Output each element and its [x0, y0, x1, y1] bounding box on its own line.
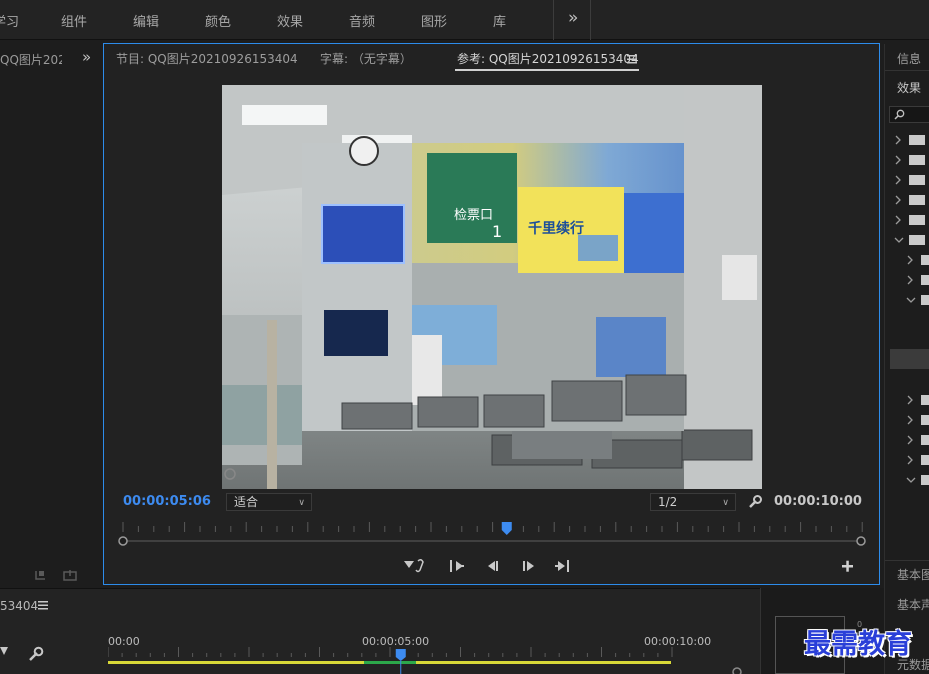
go-to-in-icon[interactable]	[448, 558, 470, 574]
folder-icon	[909, 155, 925, 165]
resolution-dropdown[interactable]: 1/2 ∨	[650, 493, 736, 511]
sequence-tab[interactable]: 53404	[0, 599, 38, 613]
folder-icon	[909, 135, 925, 145]
effects-panel: 信息 效果 基本图 基本声 元数据	[884, 44, 929, 674]
search-icon	[894, 109, 905, 120]
tree-chevron-icon[interactable]	[907, 395, 913, 405]
zoom-dropdown[interactable]: 适合 ∨	[226, 493, 312, 511]
workspace-tab-effects[interactable]: 效果	[277, 11, 303, 30]
panel-menu-icon[interactable]	[38, 601, 48, 610]
workspace-tab-audio[interactable]: 音频	[349, 11, 375, 30]
zoom-value: 适合	[234, 495, 259, 509]
tree-chevron-icon[interactable]	[907, 275, 913, 285]
snap-icon[interactable]	[0, 647, 10, 659]
essential-sound-tab[interactable]: 基本声	[897, 596, 929, 613]
tree-chevron-icon[interactable]	[895, 215, 901, 225]
divider	[553, 0, 554, 40]
effects-tree[interactable]	[885, 130, 929, 530]
tree-chevron-icon[interactable]	[906, 477, 916, 483]
effects-tab[interactable]: 效果	[897, 79, 921, 96]
folder-icon	[909, 215, 925, 225]
workspace-tab-graphics[interactable]: 图形	[421, 11, 447, 30]
info-tab[interactable]: 信息	[897, 50, 921, 67]
monitor-tabs: 节目: QQ图片20210926153404 字幕: （无字幕） 参考: QQ图…	[104, 44, 879, 72]
essential-graphics-tab[interactable]: 基本图	[897, 566, 929, 583]
svg-text:千里续行: 千里续行	[528, 220, 584, 237]
tree-chevron-icon[interactable]	[895, 135, 901, 145]
tree-chevron-icon[interactable]	[907, 435, 913, 445]
workspace-tab-editing[interactable]: 编辑	[133, 11, 159, 30]
resolution-value: 1/2	[658, 495, 678, 509]
folder-icon	[921, 295, 929, 305]
tree-chevron-icon[interactable]	[895, 195, 901, 205]
workspace-tab-color[interactable]: 颜色	[205, 11, 231, 30]
tree-selected-row[interactable]	[890, 349, 929, 369]
wrench-icon[interactable]	[28, 646, 44, 662]
workspace-tab-libraries[interactable]: 库	[493, 11, 506, 30]
duration-timecode: 00:00:10:00	[774, 494, 862, 509]
tree-chevron-icon[interactable]	[907, 415, 913, 425]
folder-icon	[921, 475, 929, 485]
source-panel: QQ图片202 »	[0, 44, 100, 586]
panel-menu-icon[interactable]	[627, 55, 637, 64]
tree-chevron-icon[interactable]	[894, 237, 904, 243]
divider	[590, 0, 591, 40]
step-back-icon[interactable]	[484, 558, 506, 574]
monitor-time-ruler[interactable]	[117, 518, 867, 546]
divider	[885, 560, 929, 561]
tab-program[interactable]: 节目: QQ图片20210926153404	[116, 50, 298, 67]
insert-marker-icon[interactable]	[403, 558, 425, 574]
tab-captions[interactable]: 字幕: （无字幕）	[320, 50, 412, 67]
workspace-bar: 学习 组件 编辑 颜色 效果 音频 图形 库 »	[0, 0, 929, 40]
workspace-tab-learn[interactable]: 学习	[0, 11, 19, 30]
wrench-icon[interactable]	[748, 495, 762, 509]
watermark-logo: 最需教育	[804, 629, 912, 660]
program-monitor: 节目: QQ图片20210926153404 字幕: （无字幕） 参考: QQ图…	[103, 43, 880, 585]
tree-chevron-icon[interactable]	[895, 175, 901, 185]
folder-icon	[909, 235, 925, 245]
divider	[885, 70, 929, 71]
folder-icon	[921, 455, 929, 465]
workspace-tab-assembly[interactable]: 组件	[61, 11, 87, 30]
effects-search-input[interactable]	[889, 106, 929, 123]
tree-chevron-icon[interactable]	[895, 155, 901, 165]
folder-icon	[921, 415, 929, 425]
svg-text:1: 1	[492, 222, 502, 241]
step-forward-icon[interactable]	[520, 558, 542, 574]
source-tab-label[interactable]: QQ图片202	[0, 51, 62, 68]
current-timecode[interactable]: 00:00:05:06	[123, 494, 211, 509]
playhead[interactable]	[501, 522, 512, 535]
folder-icon	[921, 435, 929, 445]
video-frame: 检票口 1 千里续行	[222, 85, 762, 489]
tree-chevron-icon[interactable]	[907, 455, 913, 465]
active-tab-underline	[455, 69, 639, 71]
folder-icon	[909, 175, 925, 185]
panel-overflow-icon[interactable]: »	[82, 48, 91, 66]
folder-icon	[921, 255, 929, 265]
go-to-out-icon[interactable]	[553, 558, 575, 574]
station-image: 检票口 1 千里续行	[222, 85, 762, 489]
folder-icon	[909, 195, 925, 205]
chevron-down-icon: ∨	[298, 498, 305, 508]
timeline-panel: 53404 00:00 00:00:05:00 00:00:10:00	[0, 588, 760, 674]
add-button-icon[interactable]	[841, 558, 863, 574]
tree-chevron-icon[interactable]	[906, 297, 916, 303]
folder-icon	[921, 275, 929, 285]
timeline-ruler[interactable]	[108, 645, 748, 674]
svg-text:检票口: 检票口	[454, 208, 493, 223]
tab-reference[interactable]: 参考: QQ图片20210926153404	[457, 50, 639, 67]
source-export-icons	[35, 570, 77, 581]
tree-chevron-icon[interactable]	[907, 255, 913, 265]
folder-icon	[921, 395, 929, 405]
workspace-overflow-icon[interactable]: »	[568, 8, 578, 28]
chevron-down-icon: ∨	[722, 498, 729, 508]
